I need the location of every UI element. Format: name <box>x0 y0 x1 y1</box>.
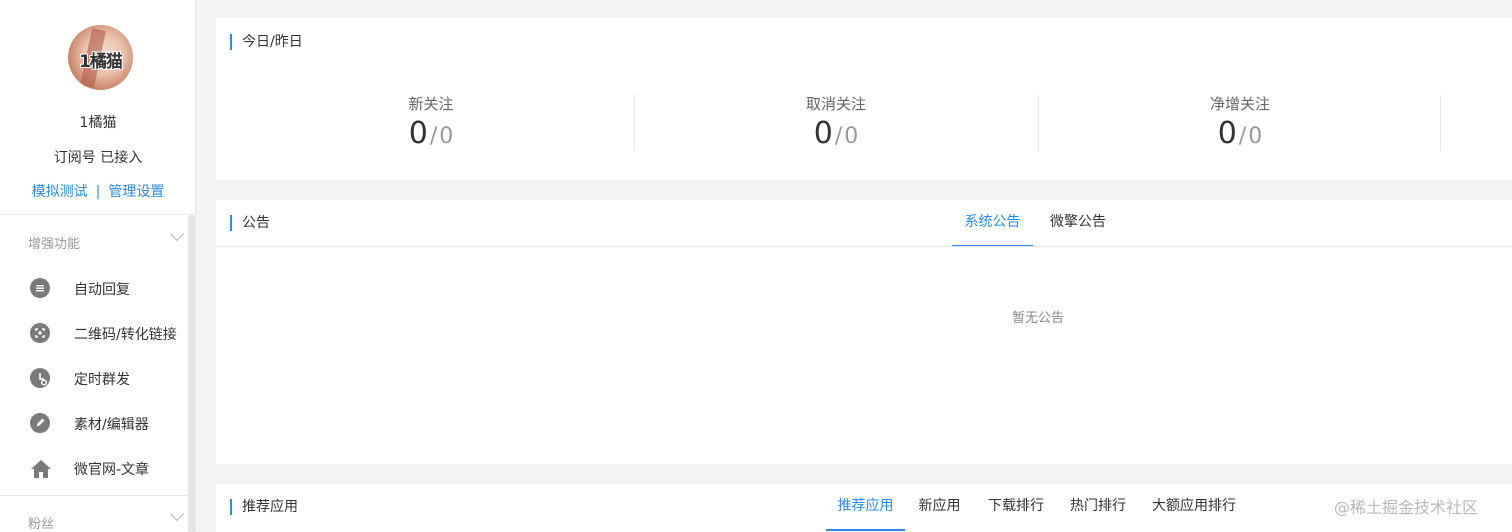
clock-icon <box>30 368 50 388</box>
avatar[interactable]: 1橘猫 <box>68 25 133 90</box>
stats-title: 今日/昨日 <box>230 34 303 50</box>
stat-yesterday: 0 <box>439 124 454 149</box>
stat-net-follow: 净增关注 0/0 <box>1038 93 1442 151</box>
stats-card: 今日/昨日 新关注 0/0 取消关注 0/0 净增关注 0/0 <box>216 18 1512 180</box>
manage-settings-link[interactable]: 管理设置 <box>108 184 164 200</box>
tab-weiqing-notice[interactable]: 微擎公告 <box>1041 200 1115 247</box>
menu-item-label: 定时群发 <box>74 372 130 388</box>
menu-item-micro-site[interactable]: 微官网-文章 <box>0 448 188 488</box>
tab-download-rank[interactable]: 下载排行 <box>984 484 1048 531</box>
sidebar-scrollbar[interactable] <box>188 215 195 532</box>
stat-sep: / <box>1238 124 1247 149</box>
stat-yesterday: 0 <box>1248 124 1263 149</box>
recommend-card: 推荐应用 推荐应用 新应用 下载排行 热门排行 大额应用排行 <box>216 484 1512 532</box>
stat-yesterday: 0 <box>844 124 859 149</box>
home-icon <box>30 458 51 478</box>
stat-unfollow: 取消关注 0/0 <box>634 93 1038 151</box>
empty-notice: 暂无公告 <box>1011 311 1064 326</box>
notices-card: 公告 系统公告 微擎公告 暂无公告 <box>216 200 1512 464</box>
tab-system-notice[interactable]: 系统公告 <box>952 200 1033 247</box>
menu-item-materials[interactable]: 素材/编辑器 <box>0 403 188 443</box>
account-links: 模拟测试 | 管理设置 <box>0 181 195 201</box>
menu-item-auto-reply[interactable]: 自动回复 <box>0 268 188 308</box>
stat-sep: / <box>834 124 843 149</box>
menu-item-qrcode[interactable]: 二维码/转化链接 <box>0 313 188 353</box>
avatar-text: 1橘猫 <box>79 52 123 72</box>
menu-item-label: 自动回复 <box>74 282 130 298</box>
stat-value: 0/0 <box>229 116 633 151</box>
tabs-divider <box>216 246 1512 247</box>
tab-new-apps[interactable]: 新应用 <box>913 484 966 531</box>
stat-divider <box>1440 95 1441 151</box>
notices-title: 公告 <box>230 215 270 231</box>
stat-label: 净增关注 <box>1209 95 1270 113</box>
qrcode-icon <box>30 323 50 343</box>
stat-new-follow: 新关注 0/0 <box>229 93 633 151</box>
stat-today: 0 <box>813 116 833 151</box>
profile-divider <box>0 214 195 215</box>
stat-today: 0 <box>1217 116 1237 151</box>
tab-recommend-apps[interactable]: 推荐应用 <box>826 484 905 531</box>
chat-bubble-icon <box>30 278 50 298</box>
link-separator: | <box>95 184 101 200</box>
stat-sep: / <box>429 124 438 149</box>
section-title-fans[interactable]: 粉丝 <box>28 513 54 532</box>
stat-label: 取消关注 <box>805 95 866 113</box>
stat-label: 新关注 <box>408 95 454 113</box>
chevron-down-icon[interactable] <box>169 226 185 242</box>
tab-hot-rank[interactable]: 热门排行 <box>1066 484 1130 531</box>
account-type: 订阅号 已接入 <box>53 150 143 166</box>
stat-value: 0/0 <box>1038 116 1442 151</box>
section-title-enhance[interactable]: 增强功能 <box>28 233 80 252</box>
account-profile: 1橘猫 1橘猫 订阅号 已接入 模拟测试 | 管理设置 <box>0 0 195 214</box>
sidebar: 1橘猫 1橘猫 订阅号 已接入 模拟测试 | 管理设置 增强功能 自动回复 二维码/… <box>0 0 196 532</box>
recommend-title: 推荐应用 <box>230 499 298 515</box>
menu-item-label: 二维码/转化链接 <box>74 327 177 343</box>
tab-large-apps-rank[interactable]: 大额应用排行 <box>1148 484 1240 531</box>
menu-item-scheduled-send[interactable]: 定时群发 <box>0 358 188 398</box>
section-divider <box>0 495 188 496</box>
account-name: 1橘猫 <box>79 115 117 131</box>
watermark: @稀土掘金技术社区 <box>1334 498 1479 517</box>
chevron-down-icon[interactable] <box>169 506 185 522</box>
stat-value: 0/0 <box>634 116 1038 151</box>
menu-item-label: 微官网-文章 <box>74 462 150 478</box>
stat-today: 0 <box>408 116 428 151</box>
pencil-icon <box>30 413 50 433</box>
simulate-test-link[interactable]: 模拟测试 <box>32 184 88 200</box>
menu-item-label: 素材/编辑器 <box>74 417 149 433</box>
